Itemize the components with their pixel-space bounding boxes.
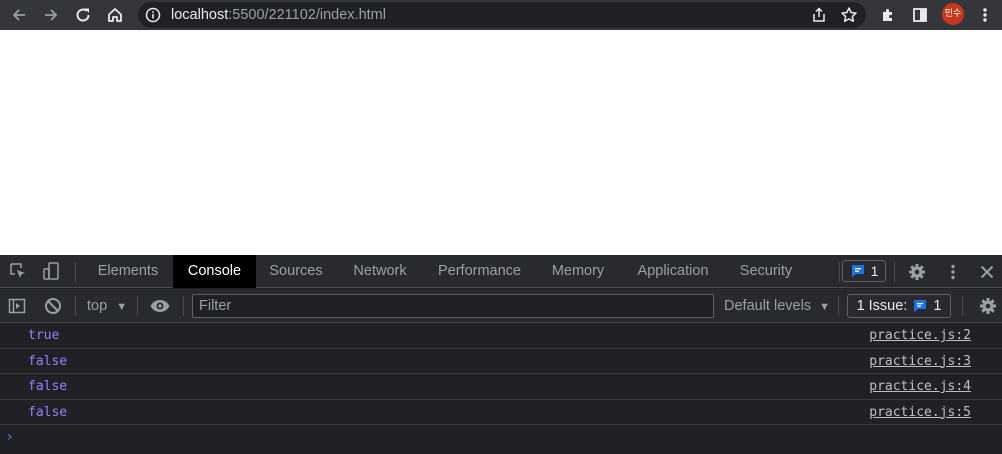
log-value[interactable]: false	[28, 405, 67, 421]
home-icon[interactable]	[101, 1, 129, 29]
source-link[interactable]: practice.js:4	[869, 379, 971, 395]
star-icon[interactable]	[840, 6, 858, 24]
page-viewport	[0, 30, 1002, 255]
filter-input[interactable]	[192, 294, 714, 318]
toolbar-divider	[962, 296, 963, 316]
messages-count: 1	[870, 263, 879, 279]
source-link[interactable]: practice.js:3	[869, 354, 971, 370]
settings-gear-icon[interactable]	[903, 258, 931, 286]
more-options-icon[interactable]	[939, 258, 967, 286]
toolbar-divider	[894, 262, 895, 282]
console-message-row: true practice.js:2	[0, 323, 1002, 349]
sidebar-toggle-icon[interactable]	[3, 292, 31, 320]
info-icon[interactable]	[144, 6, 162, 24]
tab-elements[interactable]: Elements	[86, 255, 170, 288]
forward-icon[interactable]	[37, 1, 65, 29]
sidepanel-icon[interactable]	[906, 1, 934, 29]
issues-button[interactable]: 1 Issue: 1	[847, 294, 951, 318]
devtools-tabbar: Elements Console Sources Network Perform…	[0, 255, 1002, 288]
messages-badge[interactable]: 1	[842, 260, 886, 282]
url-path: :5500/221102/index.html	[228, 7, 386, 23]
avatar[interactable]: 민수	[942, 3, 964, 25]
reload-icon[interactable]	[69, 1, 97, 29]
toolbar-divider	[183, 296, 184, 316]
log-value[interactable]: false	[28, 354, 67, 370]
url-host: localhost	[171, 7, 229, 23]
tab-sources[interactable]: Sources	[258, 255, 334, 288]
tab-security[interactable]: Security	[728, 255, 804, 288]
log-levels-dropdown[interactable]: Default levels ▼	[724, 297, 830, 316]
clear-console-icon[interactable]	[39, 292, 67, 320]
tab-application[interactable]: Application	[623, 255, 723, 288]
issues-count: 1	[933, 298, 942, 314]
close-icon[interactable]	[973, 258, 1001, 286]
share-icon[interactable]	[810, 6, 828, 24]
chevron-down-icon: ▼	[819, 301, 830, 313]
levels-label: Default levels	[724, 298, 812, 314]
tab-performance[interactable]: Performance	[426, 255, 533, 288]
console-prompt[interactable]: ›	[0, 425, 1002, 451]
menu-icon[interactable]	[971, 1, 999, 29]
url-text[interactable]: localhost:5500/221102/index.html	[171, 6, 386, 24]
toolbar-divider	[839, 262, 840, 282]
device-toolbar-icon[interactable]	[37, 257, 65, 285]
console-message-row: false practice.js:5	[0, 400, 1002, 425]
console-toolbar: top ▼ Default levels ▼ 1 Issue: 1	[0, 289, 1002, 323]
toolbar-divider	[838, 296, 839, 316]
message-icon	[851, 265, 864, 277]
log-value[interactable]: true	[28, 328, 59, 344]
toolbar-divider	[75, 262, 76, 282]
toolbar-divider	[137, 296, 138, 316]
source-link[interactable]: practice.js:5	[869, 405, 971, 421]
extensions-icon[interactable]	[874, 1, 902, 29]
issues-label: 1 Issue:	[856, 298, 908, 314]
chevron-down-icon: ▼	[116, 301, 128, 313]
back-icon[interactable]	[5, 1, 33, 29]
context-label: top	[87, 298, 108, 314]
tab-network[interactable]: Network	[339, 255, 421, 288]
address-bar[interactable]: localhost:5500/221102/index.html	[138, 2, 866, 28]
source-link[interactable]: practice.js:2	[869, 328, 971, 344]
devtools-panel: Elements Console Sources Network Perform…	[0, 255, 1002, 454]
console-message-row: false practice.js:3	[0, 349, 1002, 374]
inspect-element-icon[interactable]	[4, 257, 32, 285]
prompt-chevron-icon: ›	[7, 429, 13, 445]
tab-console[interactable]: Console	[173, 255, 256, 288]
log-value[interactable]: false	[28, 379, 67, 395]
live-expression-eye-icon[interactable]	[146, 292, 174, 320]
browser-toolbar: localhost:5500/221102/index.html 민수	[0, 0, 1002, 30]
toolbar-divider	[75, 296, 76, 316]
console-settings-gear-icon[interactable]	[974, 292, 1002, 320]
console-log: true practice.js:2 false practice.js:3 f…	[0, 323, 1002, 454]
context-selector[interactable]: top ▼	[87, 297, 127, 316]
message-icon	[914, 300, 927, 312]
tab-memory[interactable]: Memory	[538, 255, 618, 288]
console-message-row: false practice.js:4	[0, 374, 1002, 400]
